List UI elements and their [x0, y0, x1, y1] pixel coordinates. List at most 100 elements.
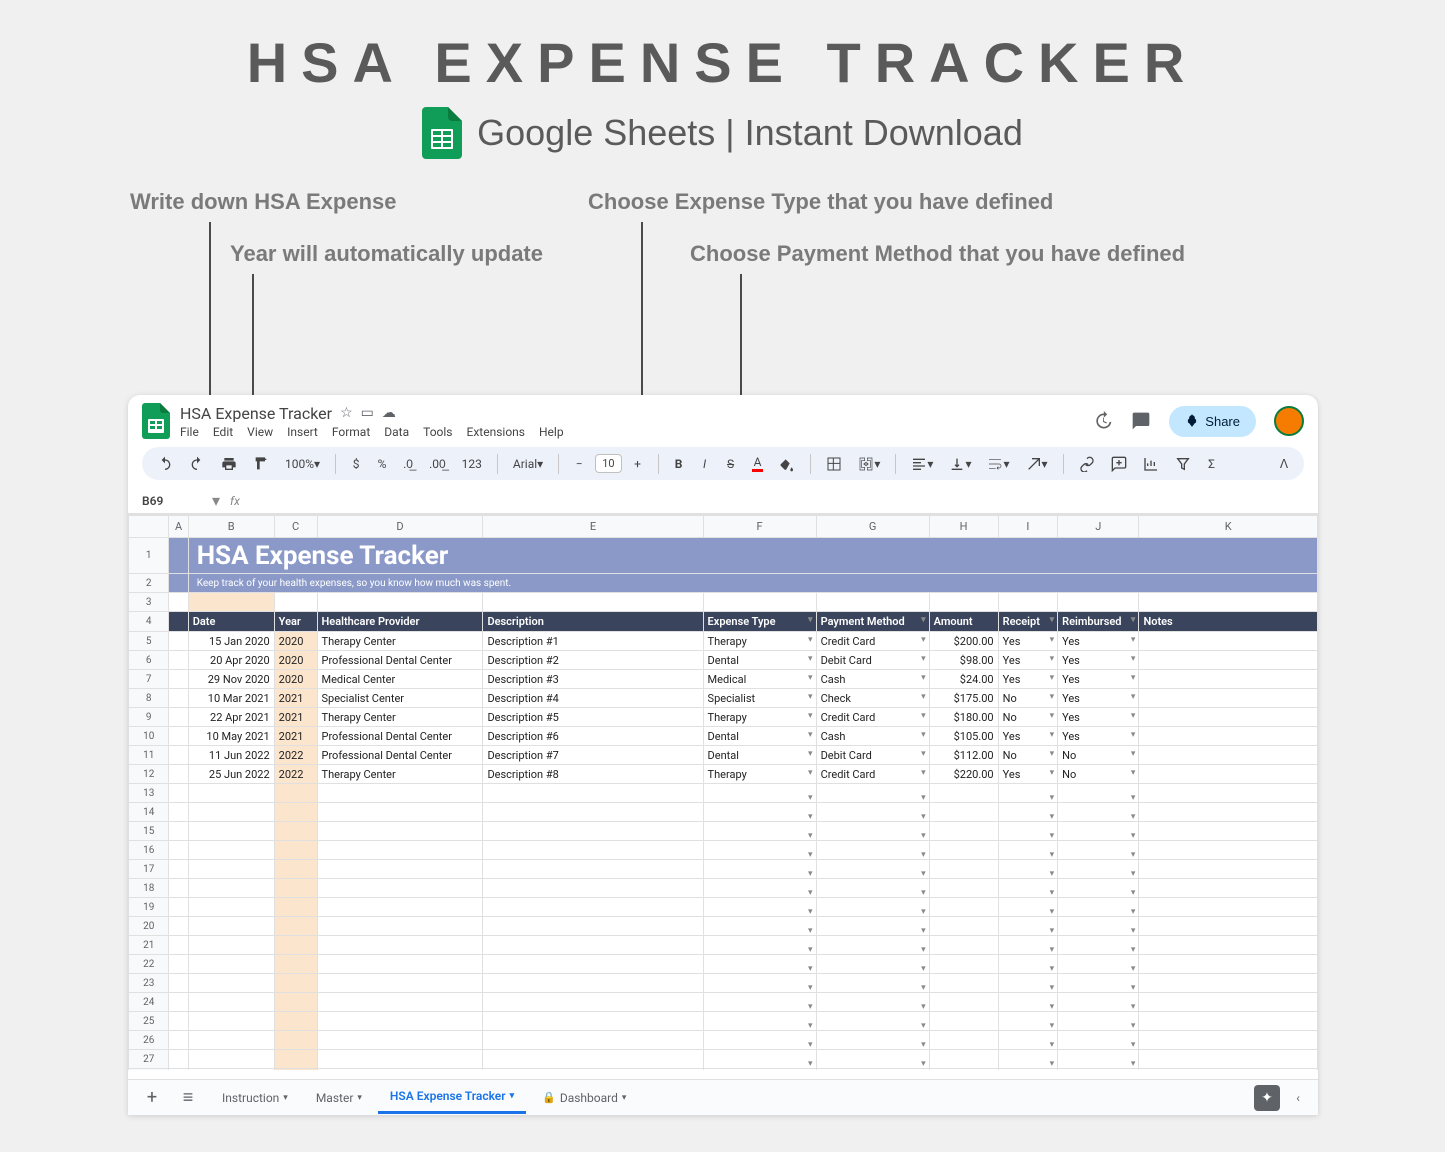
cell-method[interactable] [816, 1069, 929, 1071]
menu-file[interactable]: File [180, 425, 199, 439]
cell-type[interactable] [703, 955, 816, 974]
row-header-8[interactable]: 8 [129, 689, 169, 708]
cell-method[interactable] [816, 1012, 929, 1031]
cell-type[interactable]: Therapy [703, 632, 816, 651]
row-header-27[interactable]: 27 [129, 1050, 169, 1069]
sheet-tab-master[interactable]: Master▾ [304, 1081, 374, 1114]
cell-reimbursed[interactable] [1058, 1031, 1139, 1050]
cell-reimbursed[interactable]: Yes [1058, 632, 1139, 651]
cell-receipt[interactable] [998, 1050, 1057, 1069]
menu-extensions[interactable]: Extensions [467, 425, 525, 439]
cell-method[interactable] [816, 822, 929, 841]
menu-insert[interactable]: Insert [287, 425, 318, 439]
cell-method[interactable]: Credit Card [816, 765, 929, 784]
cell-date[interactable]: 10 May 2021 [188, 727, 274, 746]
cell-method[interactable]: Credit Card [816, 632, 929, 651]
doc-title[interactable]: HSA Expense Tracker [180, 404, 332, 423]
table-row[interactable]: 17 [129, 860, 1318, 879]
table-row[interactable]: 729 Nov 20202020Medical CenterDescriptio… [129, 670, 1318, 689]
cell-method[interactable] [816, 936, 929, 955]
cell-provider[interactable]: Medical Center [317, 670, 483, 689]
print-button[interactable] [216, 452, 242, 476]
col-header-A[interactable]: A [169, 516, 188, 538]
zoom-select[interactable]: 100% ▾ [280, 453, 325, 475]
all-sheets-button[interactable]: ≡ [174, 1087, 202, 1108]
sheet-tab-instruction[interactable]: Instruction▾ [210, 1081, 300, 1114]
cell-receipt[interactable]: No [998, 689, 1057, 708]
menu-format[interactable]: Format [332, 425, 370, 439]
cell-receipt[interactable] [998, 917, 1057, 936]
cell-reimbursed[interactable] [1058, 936, 1139, 955]
paint-format-button[interactable] [248, 452, 274, 476]
cell-method[interactable] [816, 803, 929, 822]
row-header-21[interactable]: 21 [129, 936, 169, 955]
cell-type[interactable] [703, 898, 816, 917]
hdr-reimbursed[interactable]: Reimbursed [1058, 612, 1139, 632]
cell-notes[interactable] [1139, 670, 1318, 689]
menu-edit[interactable]: Edit [213, 425, 233, 439]
table-row[interactable]: 23 [129, 974, 1318, 993]
cell-notes[interactable] [1139, 746, 1318, 765]
hdr-receipt[interactable]: Receipt [998, 612, 1057, 632]
cell-type[interactable] [703, 1069, 816, 1071]
cell-date[interactable]: 15 Jan 2020 [188, 632, 274, 651]
cell-reimbursed[interactable] [1058, 841, 1139, 860]
cell-reimbursed[interactable]: No [1058, 746, 1139, 765]
currency-button[interactable]: $ [346, 453, 366, 475]
cell-date[interactable]: 22 Apr 2021 [188, 708, 274, 727]
row-header-15[interactable]: 15 [129, 822, 169, 841]
cell-method[interactable] [816, 993, 929, 1012]
cell-amount[interactable]: $112.00 [929, 746, 998, 765]
cell-amount[interactable]: $24.00 [929, 670, 998, 689]
cell-description[interactable]: Description #5 [483, 708, 703, 727]
cell-date[interactable]: 25 Jun 2022 [188, 765, 274, 784]
cell-receipt[interactable] [998, 1031, 1057, 1050]
cell-reimbursed[interactable] [1058, 1050, 1139, 1069]
cell-amount[interactable]: $180.00 [929, 708, 998, 727]
decrease-font-button[interactable]: − [569, 453, 589, 475]
cell-receipt[interactable] [998, 955, 1057, 974]
cell-type[interactable] [703, 1012, 816, 1031]
cell-description[interactable]: Description #3 [483, 670, 703, 689]
borders-button[interactable] [821, 452, 847, 476]
cell-amount[interactable]: $175.00 [929, 689, 998, 708]
cell-type[interactable] [703, 1031, 816, 1050]
row-header-7[interactable]: 7 [129, 670, 169, 689]
menu-view[interactable]: View [247, 425, 273, 439]
table-row[interactable]: 22 [129, 955, 1318, 974]
col-header-J[interactable]: J [1058, 516, 1139, 538]
strikethrough-button[interactable]: S [721, 453, 741, 475]
star-icon[interactable]: ☆ [340, 405, 353, 421]
filter-button[interactable] [1170, 452, 1196, 476]
row-header-22[interactable]: 22 [129, 955, 169, 974]
cell-method[interactable]: Cash [816, 670, 929, 689]
cell-reimbursed[interactable] [1058, 974, 1139, 993]
link-button[interactable] [1074, 452, 1100, 476]
share-button[interactable]: Share [1169, 406, 1256, 437]
table-row[interactable]: 21 [129, 936, 1318, 955]
cell-receipt[interactable]: Yes [998, 632, 1057, 651]
menu-help[interactable]: Help [539, 425, 564, 439]
cell-method[interactable]: Credit Card [816, 708, 929, 727]
cell-receipt[interactable] [998, 841, 1057, 860]
cell-type[interactable] [703, 974, 816, 993]
cell-receipt[interactable]: No [998, 708, 1057, 727]
row-header-17[interactable]: 17 [129, 860, 169, 879]
cell-description[interactable]: Description #8 [483, 765, 703, 784]
menu-data[interactable]: Data [384, 425, 409, 439]
sheet-tab-hsa-expense-tracker[interactable]: HSA Expense Tracker▾ [378, 1081, 526, 1114]
name-box[interactable]: B69 [142, 494, 202, 508]
cell-type[interactable]: Dental [703, 746, 816, 765]
col-header-I[interactable]: I [998, 516, 1057, 538]
cell-notes[interactable] [1139, 727, 1318, 746]
table-row[interactable]: 1225 Jun 20222022Therapy CenterDescripti… [129, 765, 1318, 784]
cell-receipt[interactable] [998, 879, 1057, 898]
cell-receipt[interactable] [998, 993, 1057, 1012]
sheets-doc-icon[interactable] [142, 403, 170, 439]
cell-reimbursed[interactable] [1058, 898, 1139, 917]
row-header-13[interactable]: 13 [129, 784, 169, 803]
cell-receipt[interactable] [998, 784, 1057, 803]
row-header-9[interactable]: 9 [129, 708, 169, 727]
cell-method[interactable] [816, 1050, 929, 1069]
cell-receipt[interactable] [998, 974, 1057, 993]
